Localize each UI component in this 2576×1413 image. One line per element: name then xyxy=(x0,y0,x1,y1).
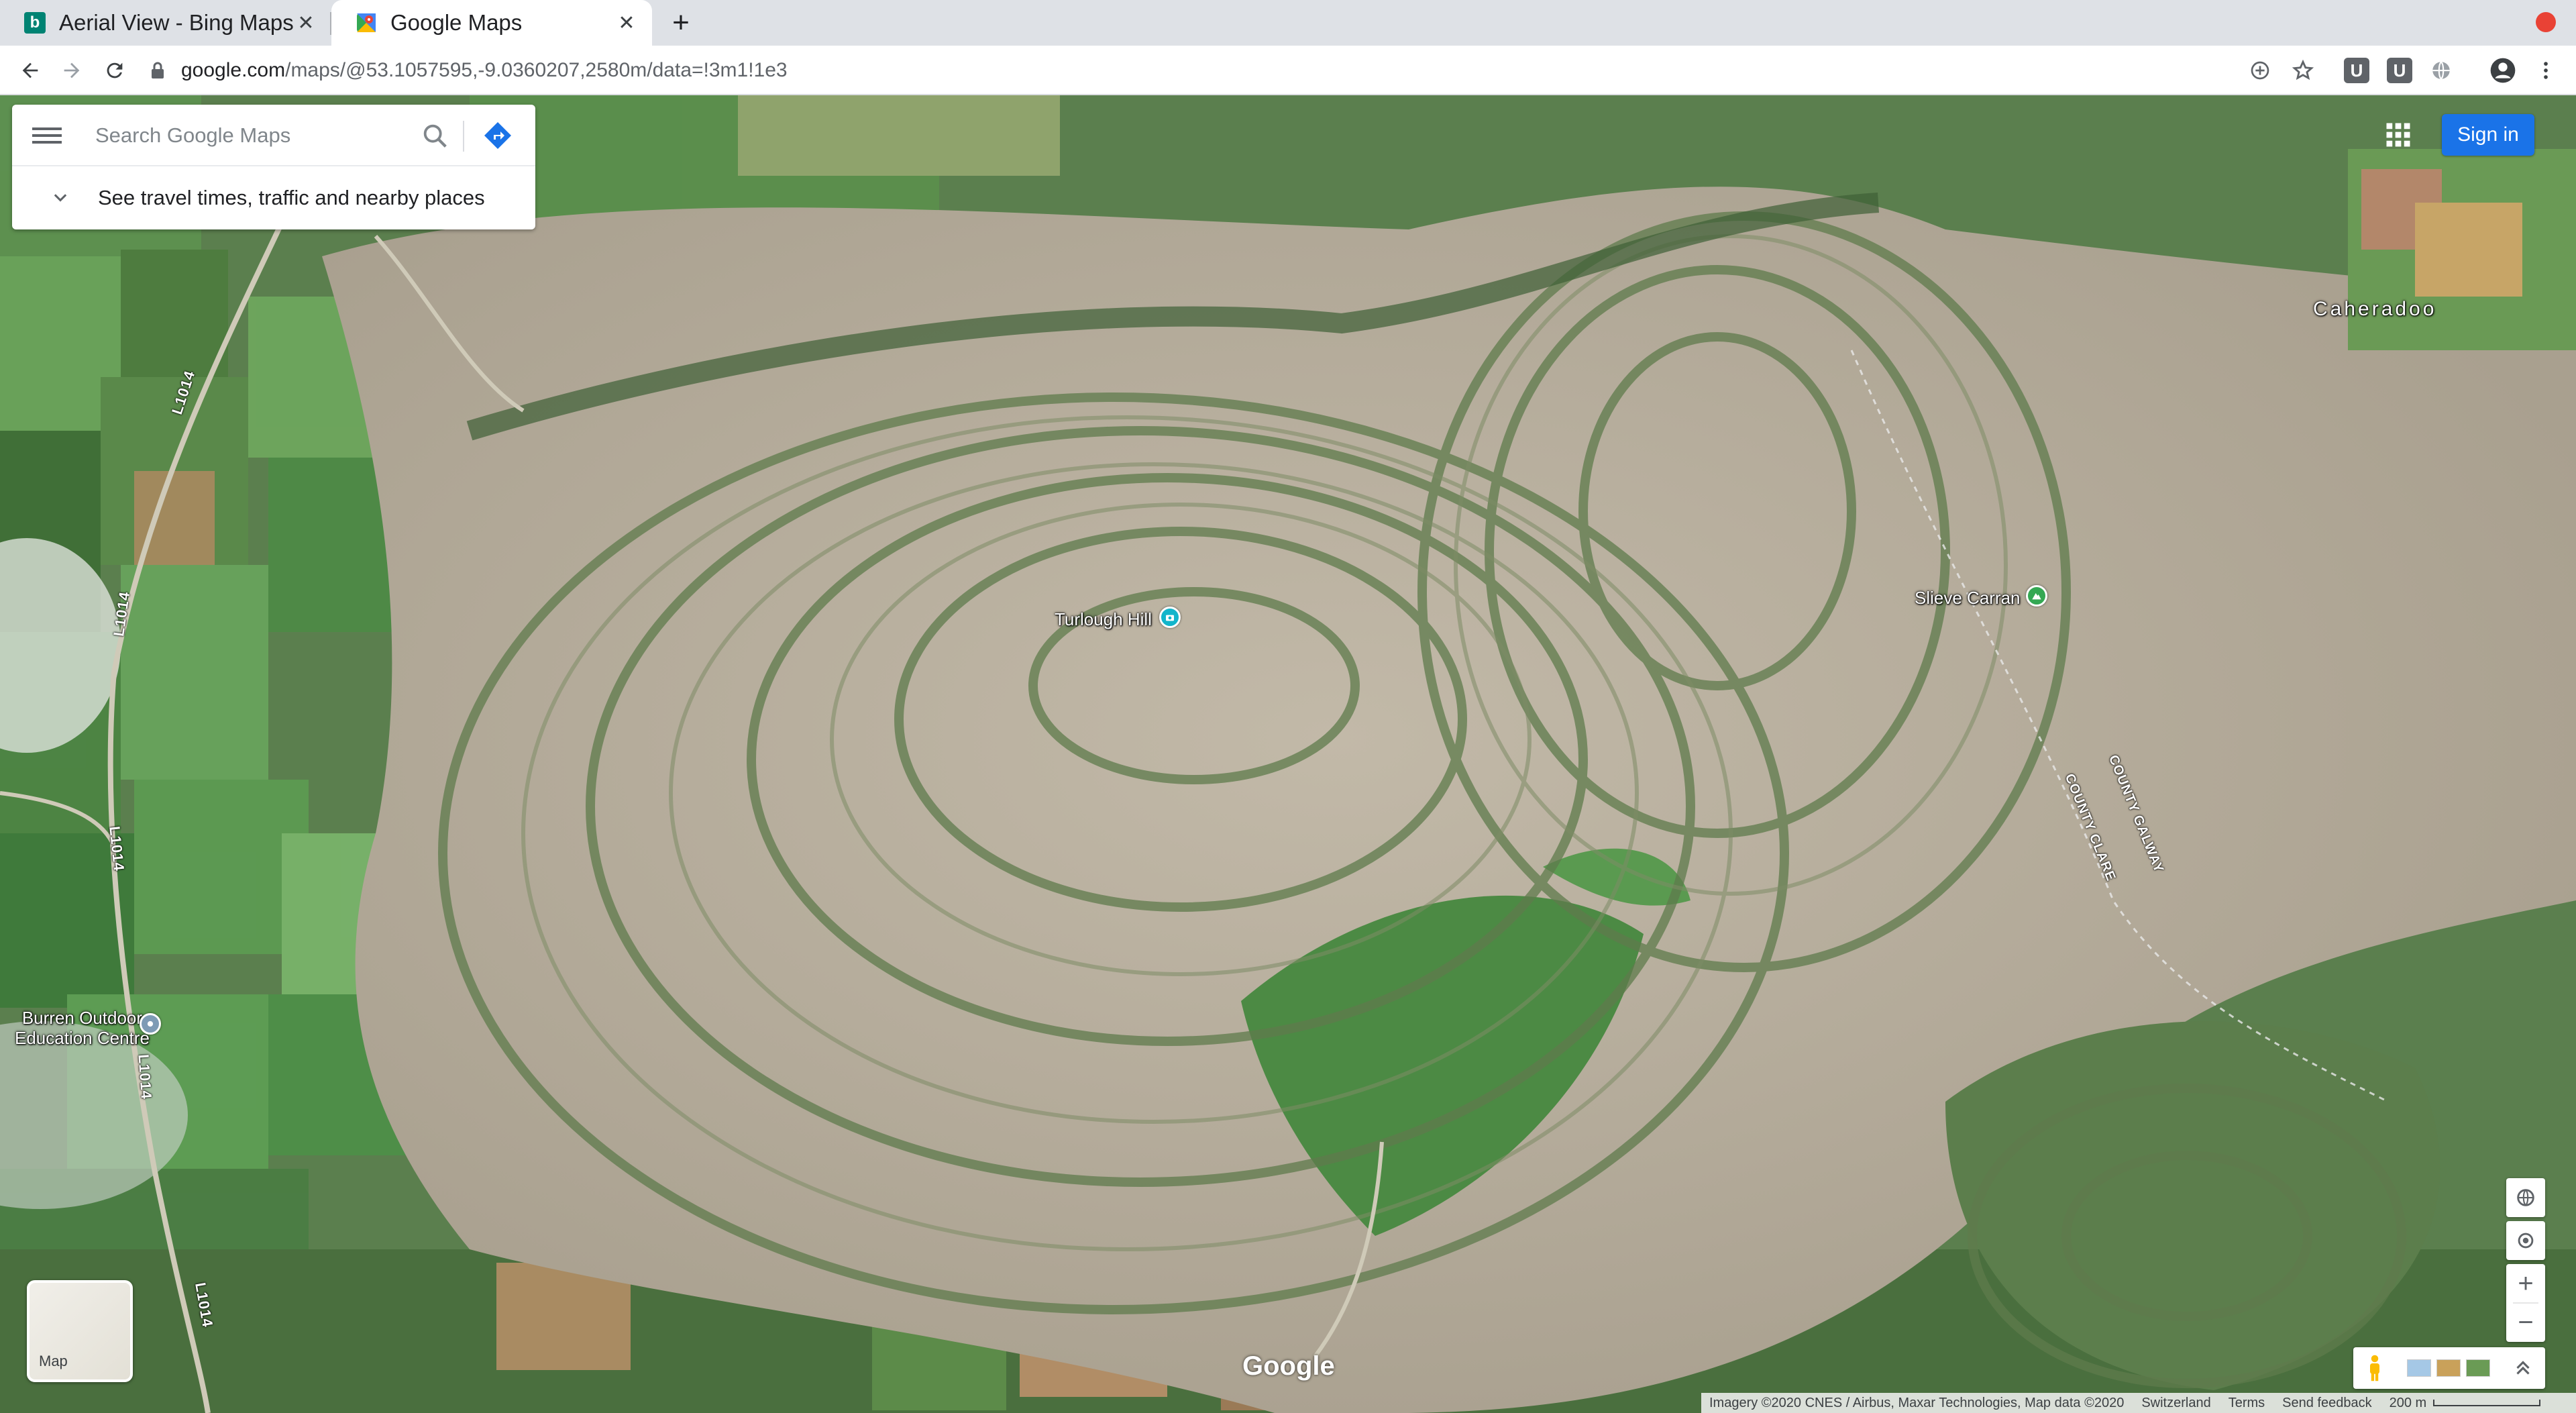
plus-circle-icon xyxy=(2251,61,2269,80)
tab-bing-maps[interactable]: b Aerial View - Bing Maps ✕ xyxy=(0,0,331,46)
google-maps-icon xyxy=(356,12,377,34)
burren-label-line1: Burren Outdoor xyxy=(21,1008,143,1028)
search-row xyxy=(12,105,535,166)
apps-grid-icon[interactable] xyxy=(2384,121,2412,149)
send-feedback-link[interactable]: Send feedback xyxy=(2282,1396,2371,1411)
education-pin-icon[interactable] xyxy=(140,1013,161,1035)
imagery-thumb-1[interactable] xyxy=(2407,1359,2431,1377)
address-bar[interactable]: google.com /maps/@53.1057595,-9.0360207,… xyxy=(141,51,2334,90)
satellite-map[interactable]: See travel times, traffic and nearby pla… xyxy=(0,95,2576,1413)
tab-title: Aerial View - Bing Maps xyxy=(59,10,294,35)
my-location-button[interactable] xyxy=(2506,1221,2545,1260)
sign-in-button[interactable]: Sign in xyxy=(2442,114,2534,156)
location-target-icon xyxy=(2518,1233,2534,1249)
travel-times-row[interactable]: See travel times, traffic and nearby pla… xyxy=(12,166,535,229)
pegman-icon[interactable] xyxy=(2363,1354,2387,1382)
search-divider xyxy=(463,121,464,152)
camera-pin-icon[interactable] xyxy=(1159,607,1181,628)
terms-link[interactable]: Terms xyxy=(2229,1396,2265,1411)
travel-times-text: See travel times, traffic and nearby pla… xyxy=(98,186,485,209)
scale-label: 200 m xyxy=(2389,1395,2427,1410)
place-label-turlough-hill[interactable]: Turlough Hill xyxy=(1055,609,1152,630)
globe-icon xyxy=(2432,61,2450,80)
close-icon[interactable]: ✕ xyxy=(294,11,318,35)
bookmark-button[interactable] xyxy=(2285,52,2321,89)
tab-strip: b Aerial View - Bing Maps ✕ Google Maps … xyxy=(0,0,2576,46)
attribution-bar: Imagery ©2020 CNES / Airbus, Maxar Techn… xyxy=(1701,1393,2576,1413)
scale-bar[interactable]: 200 m xyxy=(2390,1396,2541,1411)
chevron-down-icon xyxy=(47,185,74,211)
browser-menu-button[interactable] xyxy=(2528,52,2564,89)
place-label-burren-outdoor[interactable]: Burren Outdoor Education Centre xyxy=(15,1008,150,1048)
expand-chevron-icon[interactable] xyxy=(2512,1357,2534,1379)
back-button[interactable] xyxy=(12,52,48,89)
country-link[interactable]: Switzerland xyxy=(2141,1396,2210,1411)
road-label-l1014: L1014 xyxy=(135,1053,156,1100)
bing-icon: b xyxy=(24,12,46,34)
extension-u-icon[interactable]: U xyxy=(2387,58,2412,83)
url-host: google.com xyxy=(181,59,286,81)
map-layer-toggle[interactable]: Map xyxy=(27,1280,133,1382)
imagery-thumb-2[interactable] xyxy=(2436,1359,2461,1377)
imagery-credit: Imagery ©2020 CNES / Airbus, Maxar Techn… xyxy=(1709,1395,2125,1410)
lock-icon xyxy=(148,60,168,81)
account-icon xyxy=(2490,58,2516,83)
street-view-bar xyxy=(2353,1347,2545,1389)
extension-u-icon[interactable]: U xyxy=(2344,58,2369,83)
directions-icon[interactable] xyxy=(482,119,514,152)
tab-title: Google Maps xyxy=(390,10,523,35)
zoom-in-button[interactable]: + xyxy=(2506,1264,2545,1303)
arrow-right-icon xyxy=(64,62,80,78)
extension-globe-button[interactable] xyxy=(2423,52,2459,89)
browser-toolbar: google.com /maps/@53.1057595,-9.0360207,… xyxy=(0,46,2576,95)
close-icon[interactable]: ✕ xyxy=(614,11,639,35)
google-logo: Google xyxy=(1242,1351,1335,1381)
add-shortcut-button[interactable] xyxy=(2242,52,2278,89)
profile-button[interactable] xyxy=(2485,52,2521,89)
imagery-thumb-3[interactable] xyxy=(2466,1359,2490,1377)
tab-google-maps[interactable]: Google Maps ✕ xyxy=(331,0,652,46)
scale-ruler xyxy=(2433,1400,2541,1406)
zoom-controls: + − xyxy=(2506,1264,2545,1342)
satellite-imagery xyxy=(0,95,2576,1413)
layer-toggle-label: Map xyxy=(39,1353,68,1369)
record-indicator-icon xyxy=(2536,12,2556,32)
zoom-out-button[interactable]: − xyxy=(2506,1303,2545,1342)
forward-button[interactable] xyxy=(54,52,90,89)
new-tab-button[interactable]: + xyxy=(664,6,698,39)
hamburger-menu-icon[interactable] xyxy=(32,123,62,148)
url-path: /maps/@53.1057595,-9.0360207,2580m/data=… xyxy=(285,59,788,81)
place-label-caheradoo: Caheradoo xyxy=(2313,298,2437,320)
search-card: See travel times, traffic and nearby pla… xyxy=(12,105,535,229)
mountain-pin-icon[interactable] xyxy=(2026,585,2047,607)
more-vertical-icon xyxy=(2544,62,2548,79)
arrow-left-icon xyxy=(22,62,38,78)
search-input[interactable] xyxy=(95,117,411,154)
globe-icon xyxy=(2517,1189,2534,1206)
place-label-slieve-carran[interactable]: Slieve Carran xyxy=(1915,588,2021,609)
zoom-divider xyxy=(2513,1302,2538,1304)
reload-icon xyxy=(107,62,123,78)
reload-button[interactable] xyxy=(97,52,133,89)
star-icon xyxy=(2292,59,2314,81)
globe-view-button[interactable] xyxy=(2506,1178,2545,1217)
burren-label-line2: Education Centre xyxy=(15,1028,150,1048)
search-icon[interactable] xyxy=(420,121,451,152)
